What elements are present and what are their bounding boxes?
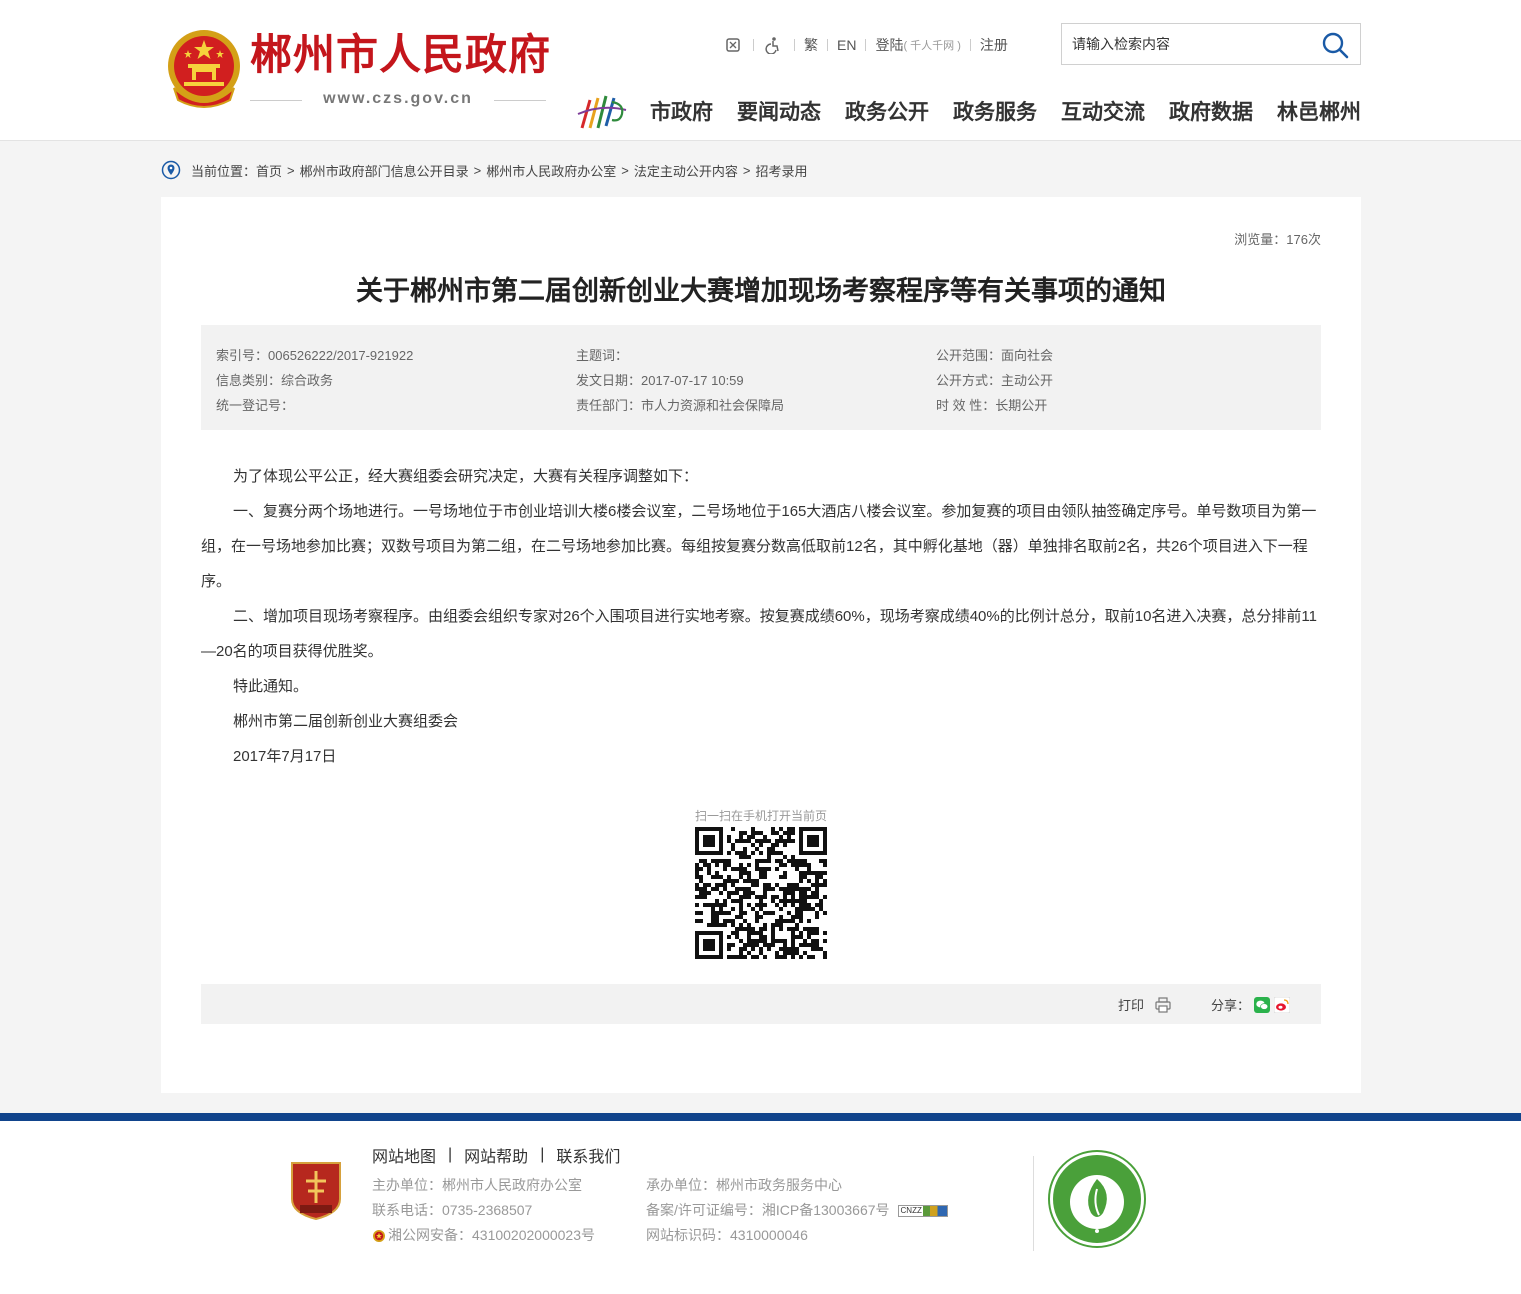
undertaker-unit: 承办单位：郴州市政务服务中心	[646, 1177, 842, 1193]
divider	[865, 39, 867, 51]
register-link[interactable]: 注册	[980, 35, 1008, 55]
article-panel: 浏览量：176次 关于郴州市第二届创新创业大赛增加现场考察程序等有关事项的通知 …	[161, 197, 1361, 1093]
footer-divider	[1033, 1156, 1034, 1251]
nav-item-government-data[interactable]: 政府数据	[1169, 96, 1253, 126]
divider	[753, 39, 754, 51]
share-label: 分享：	[1211, 998, 1251, 1013]
site-domain: www.czs.gov.cn	[250, 90, 546, 108]
breadcrumb-label: 当前位置：	[191, 163, 257, 179]
breadcrumb-home[interactable]: 首页	[256, 161, 282, 180]
issue-date: 发文日期：2017-07-17 10:59	[576, 373, 744, 388]
metadata-row: 信息类别：综合政务 发文日期：2017-07-17 10:59 公开方式：主动公…	[216, 367, 1321, 392]
police-record[interactable]: 湘公网安备：43100202000023号	[372, 1223, 595, 1248]
national-emblem-icon	[168, 30, 240, 108]
nav-item-government-affairs-disclosure[interactable]: 政务公开	[845, 96, 929, 126]
paragraph: 一、复赛分两个场地进行。一号场地位于市创业培训大楼6楼会议室，二号场地位于165…	[201, 503, 1317, 590]
breadcrumb: 当前位置： 首页 > 郴州市政府部门信息公开目录 > 郴州市人民政府办公室 > …	[161, 158, 807, 182]
paragraph: 特此通知。	[233, 678, 309, 695]
divider: |	[540, 1146, 545, 1163]
breadcrumb-recruitment[interactable]: 招考录用	[755, 161, 807, 180]
disclosure-scope: 公开范围：面向社会	[936, 348, 1054, 363]
police-record-text: 湘公网安备：43100202000023号	[388, 1227, 596, 1243]
share-group: 分享：	[1211, 995, 1291, 1014]
paragraph: 二、增加项目现场考察程序。由组委会组织专家对26个入围项目进行实地考察。按复赛成…	[201, 608, 1317, 660]
footer-links: 网站地图 | 网站帮助 | 联系我们	[372, 1143, 620, 1167]
info-category: 信息类别：综合政务	[216, 373, 334, 388]
search-icon[interactable]	[1320, 30, 1350, 60]
wechat-icon[interactable]	[1254, 996, 1271, 1013]
breadcrumb-separator: >	[742, 162, 751, 178]
printer-icon	[1155, 996, 1171, 1013]
print-button[interactable]: 打印	[1118, 995, 1172, 1014]
city-logo-icon	[577, 95, 627, 129]
view-count: 浏览量：176次	[1234, 232, 1321, 247]
breadcrumb-separator: >	[621, 162, 629, 178]
icp-record[interactable]: 备案/许可证编号：湘ICP备13003667号 CNZZ	[646, 1198, 948, 1223]
party-government-badge-icon[interactable]	[288, 1159, 344, 1221]
english-link[interactable]: EN	[837, 37, 856, 53]
nav-item-linyi-chenzhou[interactable]: 林邑郴州	[1277, 96, 1361, 126]
divider	[827, 39, 828, 51]
divider	[969, 39, 971, 51]
breadcrumb-separator: >	[473, 162, 482, 178]
nav-item-news[interactable]: 要闻动态	[737, 96, 821, 126]
wheelchair-icon[interactable]	[763, 34, 785, 56]
icp-record-text: 备案/许可证编号：湘ICP备13003667号	[646, 1202, 890, 1218]
registration-number: 统一登记号：	[216, 398, 295, 413]
site-title[interactable]: 郴州市人民政府	[250, 34, 551, 76]
contact-phone: 联系电话：0735-2368507	[372, 1202, 533, 1218]
contact-link[interactable]: 联系我们	[556, 1143, 620, 1167]
login-note: ( 千人千网 )	[903, 40, 961, 52]
breadcrumb-separator: >	[287, 162, 295, 178]
qr-caption: 扫一扫在手机打开当前页	[694, 809, 827, 823]
traditional-chinese-link[interactable]: 繁	[804, 35, 818, 55]
search-box	[1061, 23, 1361, 65]
main-nav: 市政府 要闻动态 政务公开 政务服务 互动交流 政府数据 林邑郴州	[638, 96, 1373, 126]
host-unit: 主办单位：郴州市人民政府办公室	[372, 1177, 582, 1193]
index-number: 索引号：006526222/2017-921922	[216, 348, 414, 363]
top-links: 繁 EN 登陆 ( 千人千网 ) 注册	[722, 34, 1008, 56]
footer-info-right: 承办单位：郴州市政务服务中心 备案/许可证编号：湘ICP备13003667号 C…	[646, 1173, 948, 1248]
footer-accent-bar	[0, 1113, 1521, 1121]
metadata-row: 统一登记号： 责任部门：市人力资源和社会保障局 时 效 性：长期公开	[216, 392, 1321, 417]
breadcrumb-office[interactable]: 郴州市人民政府办公室	[486, 161, 616, 180]
search-input[interactable]	[1072, 34, 1312, 54]
validity: 时 效 性：长期公开	[936, 398, 1048, 413]
article-title: 关于郴州市第二届创新创业大赛增加现场考察程序等有关事项的通知	[356, 276, 1166, 307]
sitemap-link[interactable]: 网站地图	[372, 1143, 436, 1167]
subject-words: 主题词：	[576, 348, 629, 363]
weibo-icon[interactable]	[1274, 996, 1291, 1013]
footer-info-left: 主办单位：郴州市人民政府办公室 联系电话：0735-2368507 湘公网安备：…	[372, 1173, 595, 1248]
article-body: 为了体现公平公正，经大赛组委会研究决定，大赛有关程序调整如下： 一、复赛分两个场…	[201, 459, 1321, 774]
signature-date: 2017年7月17日	[233, 748, 337, 765]
site-footer: 网站地图 | 网站帮助 | 联系我们 主办单位：郴州市人民政府办公室 联系电话：…	[0, 1121, 1521, 1294]
paragraph: 为了体现公平公正，经大赛组委会研究决定，大赛有关程序调整如下：	[233, 468, 699, 485]
print-label: 打印	[1118, 998, 1145, 1013]
login-link[interactable]: 登陆	[875, 35, 903, 55]
article-metadata: 索引号：006526222/2017-921922 主题词： 公开范围：面向社会…	[201, 325, 1321, 430]
nav-item-government-services[interactable]: 政务服务	[953, 96, 1037, 126]
breadcrumb-statutory-content[interactable]: 法定主动公开内容	[634, 161, 738, 180]
article-toolbar: 打印 分享：	[201, 984, 1321, 1024]
divider	[794, 39, 795, 51]
signature: 郴州市第二届创新创业大赛组委会	[233, 713, 459, 730]
metadata-row: 索引号：006526222/2017-921922 主题词： 公开范围：面向社会	[216, 342, 1321, 367]
disclosure-method: 公开方式：主动公开	[936, 373, 1054, 388]
police-emblem-icon	[373, 1229, 385, 1242]
site-code: 网站标识码：4310000046	[646, 1227, 808, 1243]
nav-item-interaction[interactable]: 互动交流	[1061, 96, 1145, 126]
cnzz-badge[interactable]: CNZZ	[897, 1204, 948, 1217]
responsible-department: 责任部门：市人力资源和社会保障局	[576, 398, 785, 413]
site-header: 郴州市人民政府 www.czs.gov.cn 繁 EN 登陆 ( 千人千网 ) …	[0, 0, 1521, 141]
location-icon	[161, 160, 181, 180]
help-link[interactable]: 网站帮助	[464, 1143, 528, 1167]
nav-item-city-government[interactable]: 市政府	[650, 96, 713, 126]
accessibility-view-icon[interactable]	[722, 34, 744, 56]
breadcrumb-disclosure-catalog[interactable]: 郴州市政府部门信息公开目录	[300, 161, 469, 180]
divider: |	[448, 1146, 453, 1163]
qr-code-icon	[695, 827, 827, 959]
civilized-website-badge-icon[interactable]	[1047, 1149, 1147, 1249]
